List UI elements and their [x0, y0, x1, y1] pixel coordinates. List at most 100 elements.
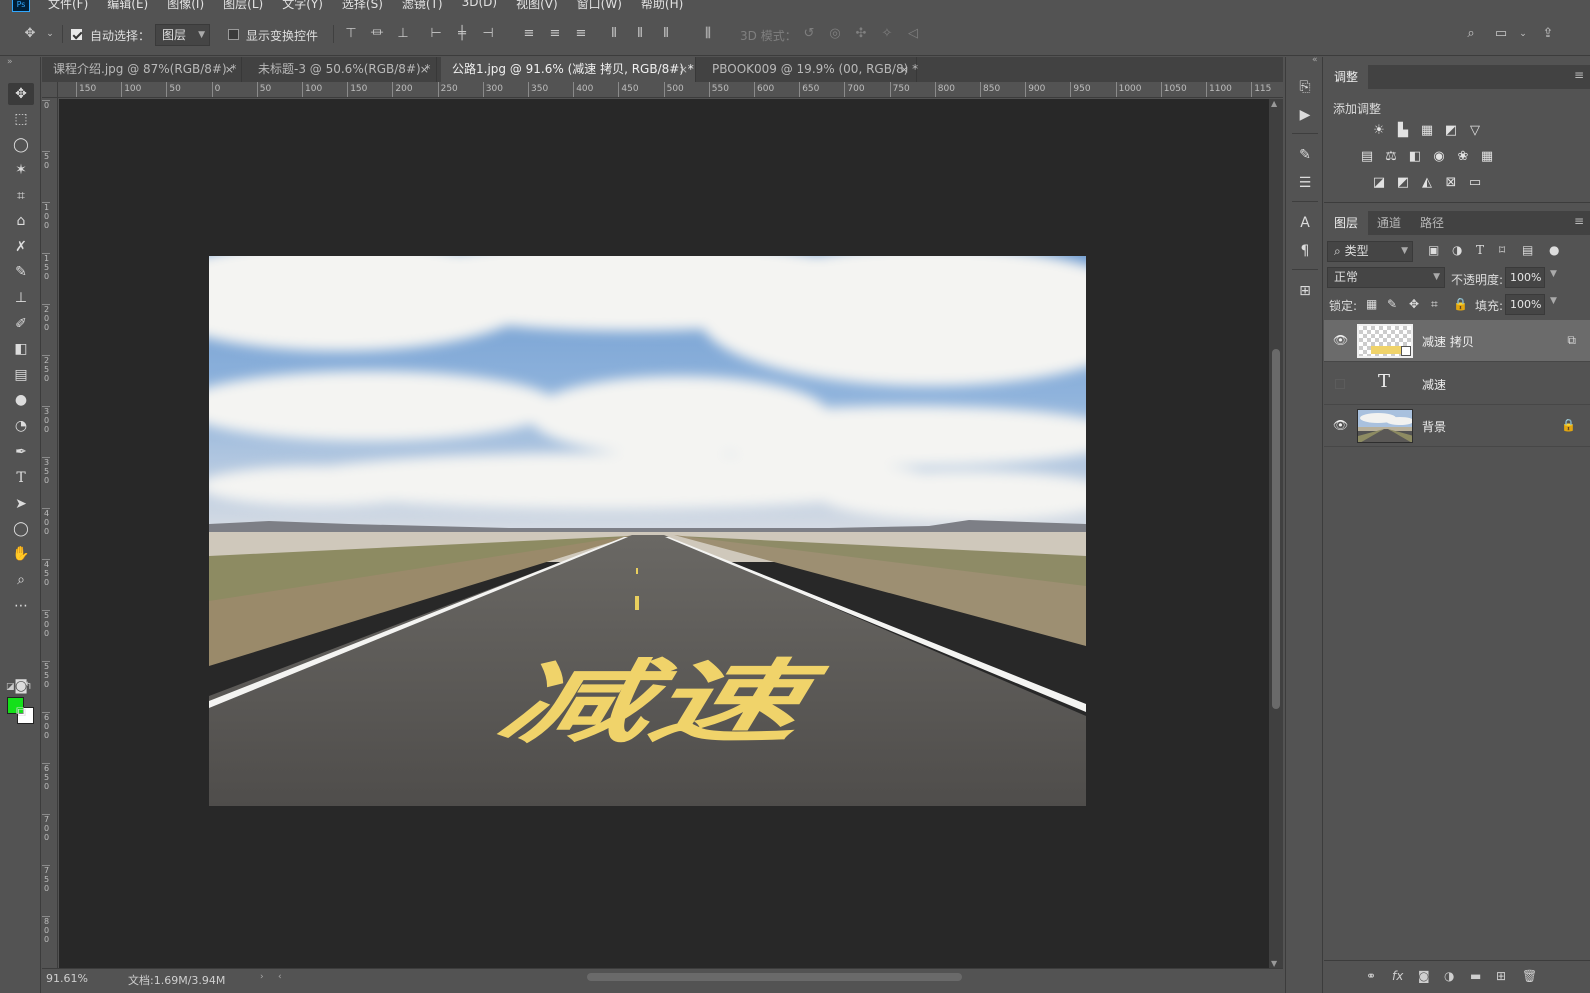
tab-layers[interactable]: 图层: [1324, 211, 1369, 235]
more-tools-icon[interactable]: ⋯: [8, 595, 34, 617]
auto-select-checkbox[interactable]: [71, 29, 82, 40]
blur-tool-icon[interactable]: ●: [8, 389, 34, 411]
close-icon[interactable]: ×: [420, 57, 429, 82]
chevron-left-icon[interactable]: ‹: [278, 972, 282, 982]
filter-shape-icon[interactable]: ⌑: [1499, 243, 1505, 257]
new-adjustment-icon[interactable]: ◑: [1444, 969, 1454, 983]
align-vcenter-icon[interactable]: ⏛: [369, 26, 385, 42]
curves-icon[interactable]: ▦: [1418, 123, 1436, 139]
vertical-ruler[interactable]: 0 50 100 150 200 250 300 350 400 450 500 550 600 650 7…: [42, 98, 58, 968]
gradient-map-icon[interactable]: ▭: [1466, 175, 1484, 191]
3d-roll-icon[interactable]: ◎: [827, 26, 843, 42]
scroll-thumb[interactable]: [1272, 349, 1280, 709]
chevron-right-icon[interactable]: ›: [260, 972, 264, 982]
lasso-tool-icon[interactable]: ◯: [8, 134, 34, 156]
vertical-scrollbar[interactable]: ▲ ▼: [1269, 99, 1283, 968]
workspace-icon[interactable]: ▭: [1493, 26, 1509, 42]
crop-tool-icon[interactable]: ⌗: [8, 185, 34, 207]
horizontal-scroll-thumb[interactable]: [587, 973, 962, 981]
exposure-icon[interactable]: ◩: [1442, 123, 1460, 139]
scroll-up-icon[interactable]: ▲: [1271, 99, 1277, 108]
history-icon[interactable]: ⎘: [1295, 77, 1315, 97]
tab-untitled-3[interactable]: 未标题-3 @ 50.6%(RGB/8#) * ×: [247, 57, 437, 82]
tab-course-intro[interactable]: 课程介绍.jpg @ 87%(RGB/8#) * ×: [42, 57, 242, 82]
hue-saturation-icon[interactable]: ▤: [1358, 149, 1376, 165]
layer-name[interactable]: 减速 拷贝: [1422, 333, 1474, 350]
menu-type[interactable]: 文字(Y): [282, 0, 323, 12]
align-hcenter-icon[interactable]: ╪: [454, 26, 470, 42]
move-tool-icon[interactable]: ✥: [8, 83, 34, 105]
hand-tool-icon[interactable]: ✋: [8, 543, 34, 565]
distribute-bottom-icon[interactable]: ≡: [573, 26, 589, 42]
actions-play-icon[interactable]: ▶: [1295, 105, 1315, 125]
pen-tool-icon[interactable]: ✒: [8, 441, 34, 463]
zoom-level[interactable]: 91.61%: [46, 972, 88, 985]
fill-input[interactable]: 100%: [1505, 294, 1545, 315]
menu-select[interactable]: 选择(S): [342, 0, 383, 12]
chevron-down-icon[interactable]: ⌄: [1515, 26, 1531, 42]
paragraph-icon[interactable]: ¶: [1295, 241, 1315, 261]
distribute-right-icon[interactable]: ⦀: [658, 26, 674, 42]
history-brush-tool-icon[interactable]: ✐: [8, 313, 34, 335]
menu-help[interactable]: 帮助(H): [641, 0, 683, 12]
healing-tool-icon[interactable]: ✗: [8, 236, 34, 258]
black-white-icon[interactable]: ◧: [1406, 149, 1424, 165]
brightness-icon[interactable]: ☀: [1370, 123, 1388, 139]
menu-image[interactable]: 图像(I): [167, 0, 204, 12]
chevron-down-icon[interactable]: ▼: [1550, 296, 1557, 306]
new-group-icon[interactable]: ▬: [1470, 969, 1481, 983]
new-layer-icon[interactable]: ⊞: [1496, 969, 1506, 983]
menu-view[interactable]: 视图(V): [516, 0, 558, 12]
panel-menu-icon[interactable]: ≡: [1574, 68, 1584, 82]
ellipse-tool-icon[interactable]: ◯: [8, 518, 34, 540]
menu-filter[interactable]: 滤镜(T): [402, 0, 443, 12]
close-icon[interactable]: ×: [900, 57, 909, 82]
align-top-icon[interactable]: ⊤: [343, 26, 359, 42]
move-tool-icon[interactable]: ✥: [22, 26, 38, 42]
channel-mixer-icon[interactable]: ❀: [1454, 149, 1472, 165]
filter-adjustment-icon[interactable]: ◑: [1452, 243, 1462, 257]
filter-toggle-icon[interactable]: ●: [1549, 243, 1559, 257]
menu-layer[interactable]: 图层(L): [223, 0, 263, 12]
tab-road-1[interactable]: 公路1.jpg @ 91.6% (减速 拷贝, RGB/8#) * ×: [441, 57, 696, 82]
libraries-icon[interactable]: ⊞: [1295, 281, 1315, 301]
tab-paths[interactable]: 路径: [1410, 211, 1454, 235]
marquee-tool-icon[interactable]: ⬚: [8, 108, 34, 130]
invert-icon[interactable]: ◪: [1370, 175, 1388, 191]
layer-row-background[interactable]: 👁 背景 🔒: [1324, 405, 1590, 447]
menu-edit[interactable]: 编辑(E): [107, 0, 148, 12]
type-tool-icon[interactable]: T: [8, 467, 34, 489]
auto-align-icon[interactable]: ⫼: [700, 26, 716, 42]
align-right-icon[interactable]: ⊣: [480, 26, 496, 42]
collapse-chevron-icon[interactable]: »: [7, 57, 13, 67]
link-layers-icon[interactable]: ⚭: [1366, 969, 1376, 983]
selective-color-icon[interactable]: ⊠: [1442, 175, 1460, 191]
menu-window[interactable]: 窗口(W): [577, 0, 622, 12]
threshold-icon[interactable]: ◭: [1418, 175, 1436, 191]
lock-image-icon[interactable]: ✎: [1387, 297, 1397, 311]
fx-icon[interactable]: fx: [1392, 969, 1403, 983]
distribute-left-icon[interactable]: ⦀: [606, 26, 622, 42]
path-select-tool-icon[interactable]: ➤: [8, 493, 34, 515]
blend-mode-dropdown[interactable]: 正常 ▼: [1327, 267, 1445, 288]
link-icon[interactable]: ⧉: [1567, 333, 1576, 348]
layer-filter-dropdown[interactable]: ⌕ 类型 ▼: [1327, 241, 1413, 262]
photo-filter-icon[interactable]: ◉: [1430, 149, 1448, 165]
eyedropper-tool-icon[interactable]: ⌂: [8, 210, 34, 232]
lock-transparent-icon[interactable]: ▦: [1366, 297, 1377, 311]
distribute-top-icon[interactable]: ≡: [521, 26, 537, 42]
delete-layer-icon[interactable]: 🗑: [1522, 969, 1537, 983]
share-icon[interactable]: ⇪: [1540, 26, 1556, 42]
eye-icon[interactable]: 👁: [1333, 333, 1348, 347]
chevron-down-icon[interactable]: ▼: [1550, 269, 1557, 279]
brush-tool-icon[interactable]: ✎: [8, 261, 34, 283]
layer-name[interactable]: 背景: [1422, 418, 1446, 435]
3d-orbit-icon[interactable]: ↺: [801, 26, 817, 42]
close-icon[interactable]: ×: [225, 57, 234, 82]
ruler-origin[interactable]: [42, 82, 58, 98]
close-icon[interactable]: ×: [679, 57, 688, 82]
filter-type-icon[interactable]: T: [1476, 243, 1484, 257]
3d-scale-icon[interactable]: ◁: [905, 26, 921, 42]
collapse-chevron-icon[interactable]: «: [1312, 55, 1318, 65]
align-bottom-icon[interactable]: ⊥: [395, 26, 411, 42]
